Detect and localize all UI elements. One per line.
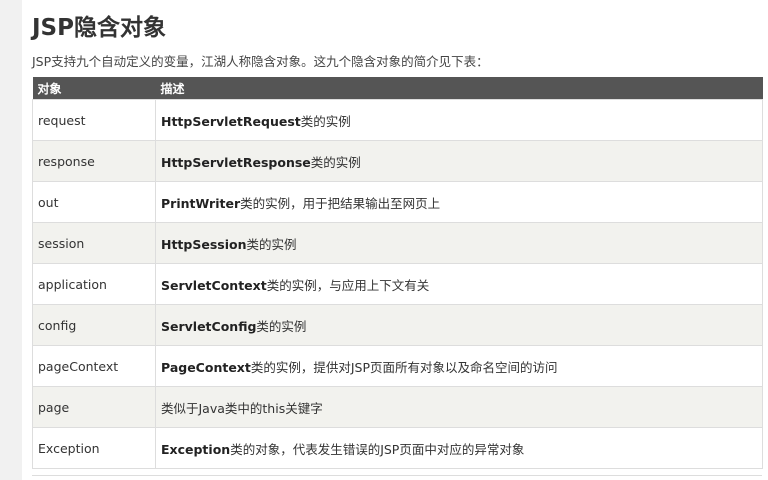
object-name: response	[32, 140, 156, 182]
object-description: HttpServletRequest类的实例	[155, 99, 763, 141]
implicit-objects-table: 对象 描述 request HttpServletRequest类的实例 res…	[32, 77, 763, 469]
header-object: 对象	[32, 77, 156, 100]
description-text: 类的实例	[246, 236, 297, 252]
table-row: application ServletContext类的实例，与应用上下文有关	[32, 263, 763, 305]
class-name: PrintWriter	[161, 195, 241, 211]
object-name: pageContext	[32, 345, 156, 387]
object-name: Exception	[32, 427, 156, 469]
table-row: request HttpServletRequest类的实例	[32, 99, 763, 141]
description-text: 类的对象，代表发生错误的JSP页面中对应的异常对象	[230, 441, 525, 457]
object-description: ServletConfig类的实例	[155, 304, 763, 346]
class-name: ServletContext	[161, 277, 267, 293]
table-row: response HttpServletResponse类的实例	[32, 140, 763, 182]
object-description: PrintWriter类的实例，用于把结果输出至网页上	[155, 181, 763, 223]
object-description: ServletContext类的实例，与应用上下文有关	[155, 263, 763, 305]
object-name: application	[32, 263, 156, 305]
table-row: out PrintWriter类的实例，用于把结果输出至网页上	[32, 181, 763, 223]
description-text: 类的实例，与应用上下文有关	[266, 277, 430, 293]
object-description: HttpServletResponse类的实例	[155, 140, 763, 182]
object-description: PageContext类的实例，提供对JSP页面所有对象以及命名空间的访问	[155, 345, 763, 387]
object-description: 类似于Java类中的this关键字	[155, 386, 763, 428]
class-name: HttpServletResponse	[161, 154, 311, 170]
class-name: Exception	[161, 441, 231, 457]
table-row: session HttpSession类的实例	[32, 222, 763, 264]
object-name: request	[32, 99, 156, 141]
table-header-row: 对象 描述	[32, 77, 763, 100]
object-name: out	[32, 181, 156, 223]
object-name: page	[32, 386, 156, 428]
description-text: 类的实例	[310, 154, 361, 170]
divider	[32, 475, 762, 476]
object-description: Exception类的对象，代表发生错误的JSP页面中对应的异常对象	[155, 427, 763, 469]
article-content: JSP隐含对象 JSP支持九个自动定义的变量，江湖人称隐含对象。这九个隐含对象的…	[22, 0, 768, 480]
header-description: 描述	[155, 77, 763, 100]
object-description: HttpSession类的实例	[155, 222, 763, 264]
table-row: page 类似于Java类中的this关键字	[32, 386, 763, 428]
table-row: config ServletConfig类的实例	[32, 304, 763, 346]
object-name: session	[32, 222, 156, 264]
class-name: ServletConfig	[161, 318, 257, 334]
table-row: pageContext PageContext类的实例，提供对JSP页面所有对象…	[32, 345, 763, 387]
class-name: HttpSession	[161, 236, 247, 252]
description-text: 类的实例	[300, 113, 351, 129]
description-text: 类的实例，提供对JSP页面所有对象以及命名空间的访问	[250, 359, 558, 375]
table-row: Exception Exception类的对象，代表发生错误的JSP页面中对应的…	[32, 427, 763, 469]
intro-text: JSP支持九个自动定义的变量，江湖人称隐含对象。这九个隐含对象的简介见下表：	[32, 54, 489, 69]
description-text: 类的实例	[256, 318, 307, 334]
page-title: JSP隐含对象	[32, 15, 166, 41]
left-gutter	[0, 0, 23, 480]
description-text: 类似于Java类中的this关键字	[161, 400, 323, 416]
class-name: PageContext	[161, 359, 251, 375]
description-text: 类的实例，用于把结果输出至网页上	[240, 195, 441, 211]
object-name: config	[32, 304, 156, 346]
class-name: HttpServletRequest	[161, 113, 301, 129]
